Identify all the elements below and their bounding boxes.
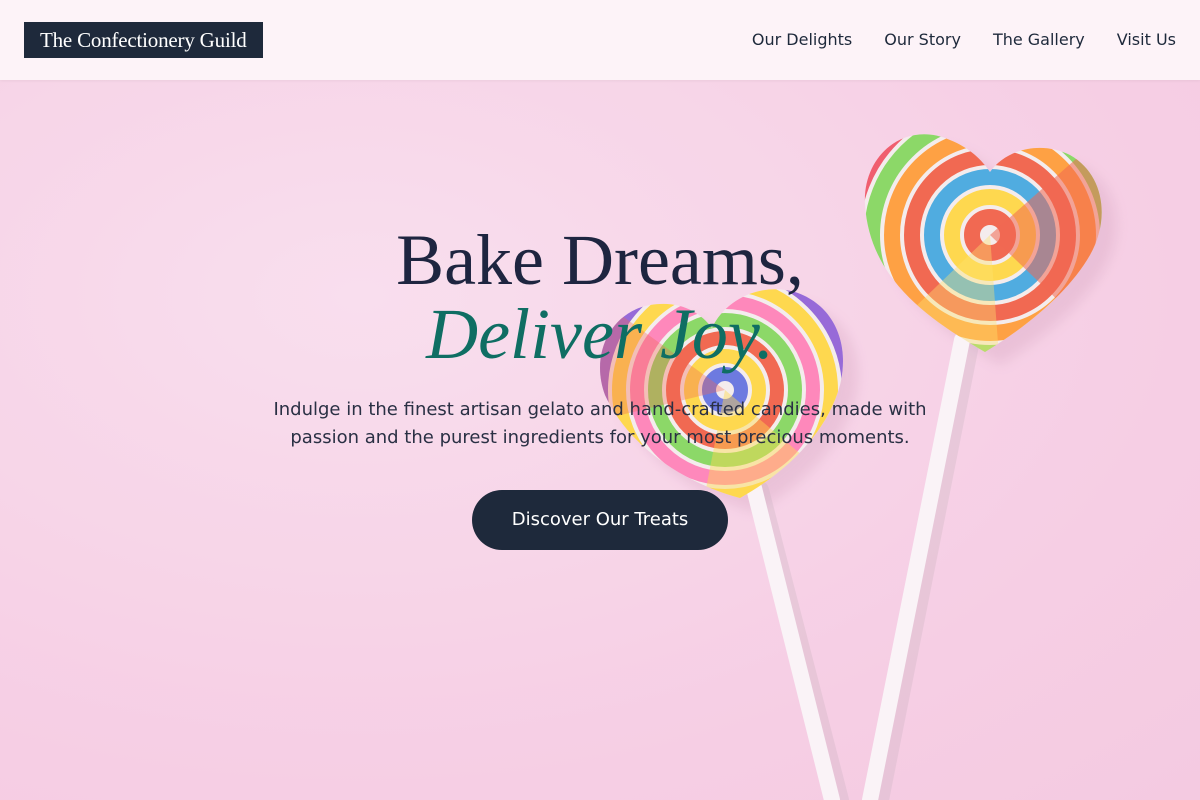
hero-section: Bake Dreams, Deliver Joy. Indulge in the… xyxy=(0,222,1200,550)
discover-treats-button[interactable]: Discover Our Treats xyxy=(471,490,729,550)
main-nav: Our Delights Our Story The Gallery Visit… xyxy=(752,28,1176,52)
nav-the-gallery[interactable]: The Gallery xyxy=(993,28,1085,52)
site-logo[interactable]: The Confectionery Guild xyxy=(24,22,263,58)
hero-subtitle: Indulge in the finest artisan gelato and… xyxy=(273,399,927,448)
hero-title: Bake Dreams, xyxy=(396,220,804,300)
nav-visit-us[interactable]: Visit Us xyxy=(1117,28,1176,52)
page: The Confectionery Guild Our Delights Our… xyxy=(0,0,1200,800)
site-header: The Confectionery Guild Our Delights Our… xyxy=(0,0,1200,80)
nav-our-delights[interactable]: Our Delights xyxy=(752,28,852,52)
nav-our-story[interactable]: Our Story xyxy=(884,28,961,52)
hero-title-accent: Deliver Joy. xyxy=(426,294,774,374)
